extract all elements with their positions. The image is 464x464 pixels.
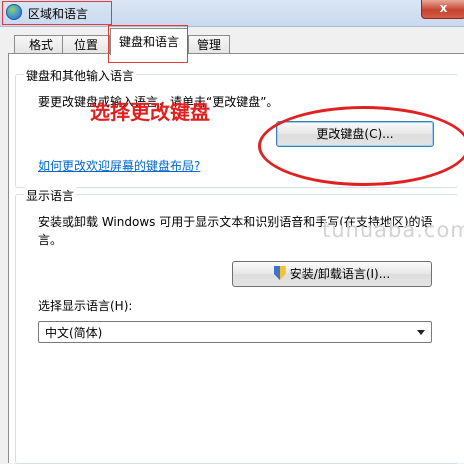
- keyboard-group-title: 键盘和其他输入语言: [24, 67, 137, 84]
- display-language-group-title: 显示语言: [24, 187, 77, 204]
- welcome-screen-keyboard-link[interactable]: 如何更改欢迎屏幕的键盘布局?: [38, 157, 200, 174]
- display-language-selected: 中文(简体): [45, 326, 103, 340]
- keyboard-group: 键盘和其他输入语言 要更改键盘或输入语言，请单击“更改键盘”。 更改键盘(C).…: [15, 67, 458, 188]
- display-language-select[interactable]: 中文(简体): [38, 321, 432, 343]
- change-keyboards-button[interactable]: 更改键盘(C)...: [276, 121, 434, 147]
- dropdown-arrow-icon[interactable]: [417, 330, 425, 335]
- choose-display-language-label: 选择显示语言(H):: [38, 299, 133, 313]
- annotation-text: 选择更改键盘: [90, 100, 210, 124]
- display-language-description-line2: 言。: [38, 233, 63, 247]
- install-button-label: 安装/卸载语言(I)...: [289, 267, 391, 281]
- tab-location[interactable]: 位置: [62, 35, 110, 54]
- title-highlight-box: [2, 1, 112, 25]
- tab-administrative[interactable]: 管理: [188, 35, 230, 54]
- watermark: tuhuaba.com: [322, 218, 464, 242]
- close-button[interactable]: x: [421, 0, 464, 19]
- shield-icon: [273, 266, 286, 280]
- title-bar: 区域和语言 x: [0, 0, 464, 27]
- install-uninstall-languages-button[interactable]: 安装/卸载语言(I)...: [232, 261, 432, 287]
- tab-panel: 键盘和其他输入语言 要更改键盘或输入语言，请单击“更改键盘”。 更改键盘(C).…: [8, 53, 464, 464]
- tab-keyboard-language[interactable]: 键盘和语言: [110, 28, 188, 55]
- tab-format[interactable]: 格式: [14, 35, 68, 54]
